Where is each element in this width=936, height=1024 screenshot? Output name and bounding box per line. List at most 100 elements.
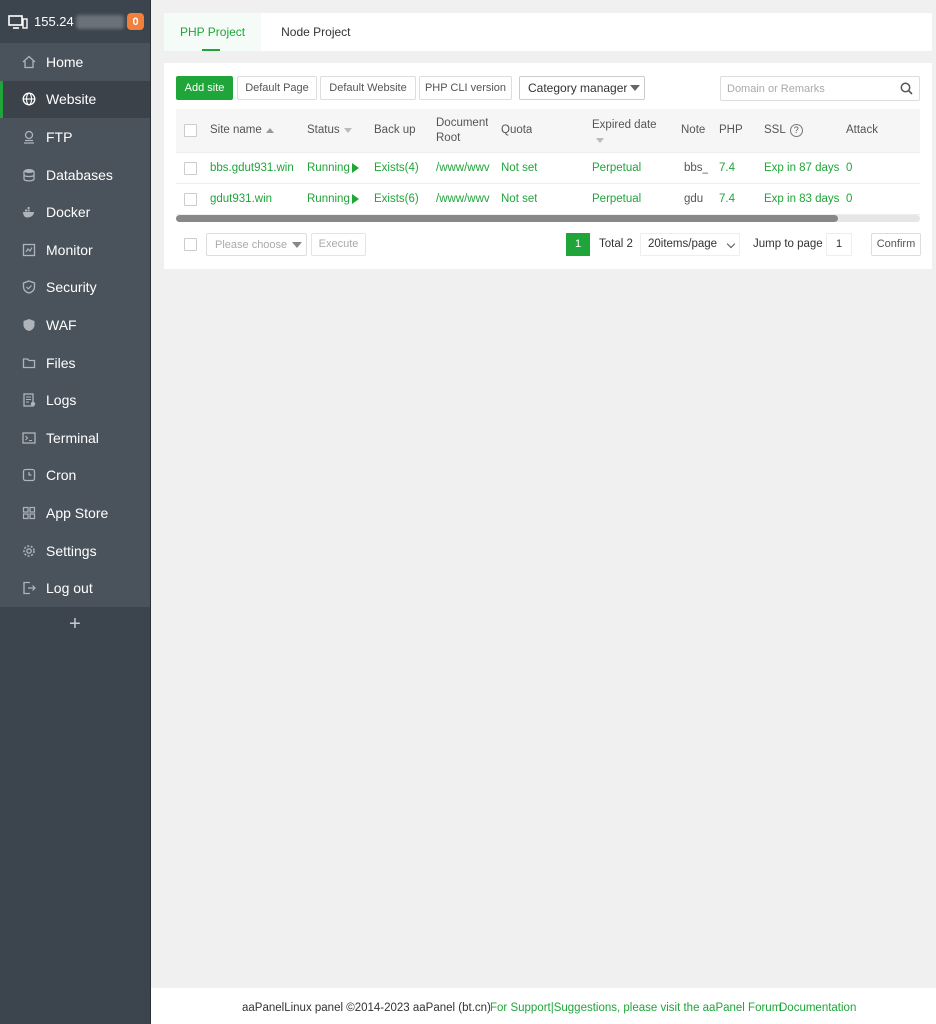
sidebar-item-logs[interactable]: Logs <box>0 381 150 419</box>
sidebar-item-waf[interactable]: WAF <box>0 306 150 344</box>
sidebar-item-settings[interactable]: Settings <box>0 532 150 570</box>
clock-icon <box>22 468 36 482</box>
php-version-link[interactable]: 7.4 <box>719 153 735 183</box>
sidebar-item-ftp[interactable]: FTP <box>0 118 150 156</box>
home-icon <box>22 55 36 69</box>
ftp-icon <box>22 130 36 144</box>
note-field[interactable]: bbs_ <box>684 153 708 183</box>
sidebar-item-databases[interactable]: Databases <box>0 156 150 194</box>
play-icon <box>351 194 359 204</box>
logout-icon <box>22 581 36 595</box>
quota-link[interactable]: Not set <box>501 184 537 214</box>
attack-count[interactable]: 0 <box>846 184 852 214</box>
sidebar-item-label: Home <box>46 53 84 70</box>
docker-icon <box>22 205 36 219</box>
scrollbar-thumb[interactable] <box>176 215 838 222</box>
col-site-name[interactable]: Site name <box>210 109 274 152</box>
server-icon <box>8 14 28 29</box>
documentation-link[interactable]: Documentation <box>779 988 856 1024</box>
sidebar-item-files[interactable]: Files <box>0 344 150 382</box>
php-cli-version-button[interactable]: PHP CLI version <box>419 76 512 100</box>
sidebar-item-label: Docker <box>46 204 91 221</box>
items-per-page-select[interactable]: 20items/page <box>640 233 740 256</box>
sidebar-item-monitor[interactable]: Monitor <box>0 231 150 269</box>
main-content: PHP Project Node Project Add site Defaul… <box>151 0 936 988</box>
notification-badge[interactable]: 0 <box>127 13 144 30</box>
logs-icon <box>22 393 36 407</box>
gear-icon <box>22 544 36 558</box>
sidebar-item-label: FTP <box>46 128 73 145</box>
monitor-icon <box>22 243 36 257</box>
horizontal-scrollbar[interactable] <box>176 215 920 222</box>
backup-link[interactable]: Exists(6) <box>374 184 419 214</box>
sidebar-item-label: App Store <box>46 504 109 521</box>
col-backup-label: Back up <box>374 124 416 136</box>
col-quota: Quota <box>501 109 532 152</box>
status-toggle[interactable]: Running <box>307 184 359 214</box>
add-menu-button[interactable]: + <box>0 607 150 643</box>
col-note: Note <box>681 109 705 152</box>
jump-page-input[interactable]: 1 <box>826 233 852 256</box>
col-doc-root-line1: Document <box>436 116 489 129</box>
project-tabs: PHP Project Node Project <box>164 13 932 51</box>
execute-button[interactable]: Execute <box>311 233 366 256</box>
category-manager-select[interactable]: Category manager <box>519 76 645 100</box>
ssl-link[interactable]: Exp in 87 days <box>764 153 839 183</box>
backup-link[interactable]: Exists(4) <box>374 153 419 183</box>
batch-action-select[interactable]: Please choose <box>206 233 307 256</box>
batch-action-placeholder: Please choose <box>215 239 288 251</box>
page-number-current[interactable]: 1 <box>566 233 590 256</box>
sidebar-item-security[interactable]: Security <box>0 269 150 307</box>
sidebar: 155.24 0 Home Website FTP Databases Dock… <box>0 0 151 1024</box>
server-ip: 155.24 <box>34 14 74 29</box>
site-name-link[interactable]: gdut931.win <box>210 184 272 214</box>
col-document-root: Document Root <box>436 109 488 152</box>
col-status[interactable]: Status <box>307 109 352 152</box>
sidebar-item-docker[interactable]: Docker <box>0 193 150 231</box>
status-toggle[interactable]: Running <box>307 153 359 183</box>
row-select-cell <box>184 153 197 183</box>
row-checkbox[interactable] <box>184 161 197 175</box>
col-expired-label: Expired date <box>592 119 657 131</box>
sidebar-item-app-store[interactable]: App Store <box>0 494 150 532</box>
tab-node-project[interactable]: Node Project <box>261 13 366 51</box>
col-expired-date[interactable]: Expired date <box>592 109 657 152</box>
document-root-link[interactable]: /www/wwv <box>436 184 491 214</box>
ssl-link[interactable]: Exp in 83 days <box>764 184 839 214</box>
play-icon <box>351 163 359 173</box>
quota-link[interactable]: Not set <box>501 153 537 183</box>
sidebar-item-label: Security <box>46 279 97 296</box>
sidebar-item-home[interactable]: Home <box>0 43 150 81</box>
col-php-label: PHP <box>719 124 743 136</box>
support-link[interactable]: For Support|Suggestions, please visit th… <box>490 988 781 1024</box>
help-icon[interactable]: ? <box>789 124 803 137</box>
default-website-button[interactable]: Default Website <box>320 76 416 100</box>
row-checkbox[interactable] <box>184 192 197 206</box>
sidebar-item-terminal[interactable]: Terminal <box>0 419 150 457</box>
copyright-text: aaPanelLinux panel ©2014-2023 aaPanel (b… <box>242 1002 491 1014</box>
search-input[interactable] <box>721 77 891 100</box>
add-site-button[interactable]: Add site <box>176 76 233 100</box>
sidebar-item-label: Logs <box>46 392 77 409</box>
default-page-button[interactable]: Default Page <box>237 76 317 100</box>
sidebar-item-website[interactable]: Website <box>0 80 150 119</box>
expired-date-link[interactable]: Perpetual <box>592 184 641 214</box>
document-root-link[interactable]: /www/wwv <box>436 153 491 183</box>
server-header: 155.24 0 <box>0 0 150 43</box>
sidebar-item-logout[interactable]: Log out <box>0 569 150 607</box>
table-row: bbs.gdut931.win Running Exists(4) /www/w… <box>176 153 920 184</box>
tab-php-project[interactable]: PHP Project <box>164 13 262 51</box>
attack-count[interactable]: 0 <box>846 153 852 183</box>
site-name-link[interactable]: bbs.gdut931.win <box>210 153 294 183</box>
chevron-down-icon <box>726 239 736 249</box>
sort-desc-icon <box>343 128 352 133</box>
search-icon[interactable] <box>900 82 913 95</box>
sidebar-item-cron[interactable]: Cron <box>0 457 150 495</box>
confirm-button[interactable]: Confirm <box>871 233 921 256</box>
php-version-link[interactable]: 7.4 <box>719 184 735 214</box>
note-field[interactable]: gdu <box>684 184 708 214</box>
select-all-checkbox[interactable] <box>184 124 197 137</box>
sidebar-item-label: Log out <box>46 580 93 597</box>
batch-select-checkbox[interactable] <box>184 238 197 251</box>
expired-date-link[interactable]: Perpetual <box>592 153 641 183</box>
